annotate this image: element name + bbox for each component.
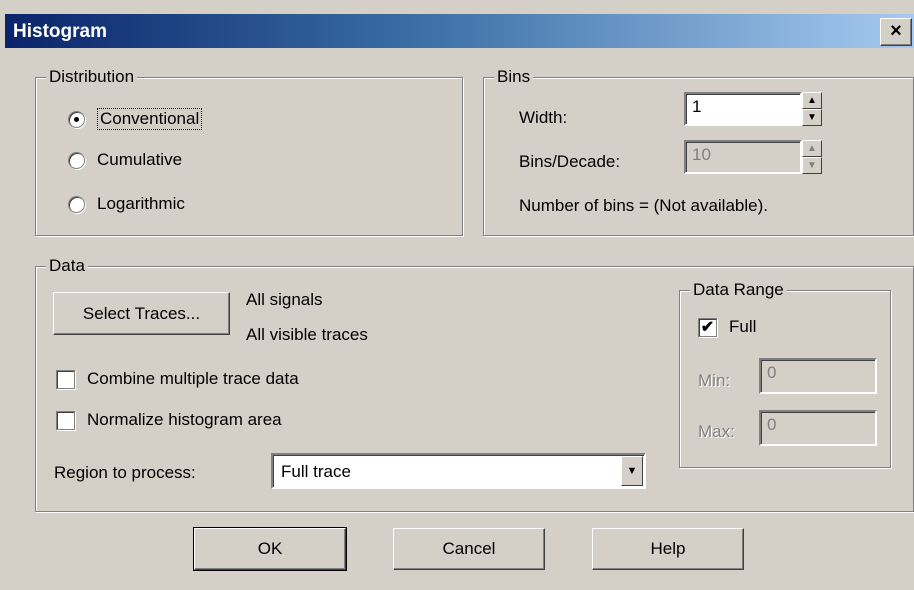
checkbox-box[interactable] xyxy=(56,410,75,430)
cancel-label: Cancel xyxy=(442,539,496,558)
min-input: 0 xyxy=(759,358,877,394)
number-of-bins-text: Number of bins = (Not available). xyxy=(519,196,768,215)
radio-button[interactable] xyxy=(68,151,85,169)
bins-decade-input: 10 xyxy=(684,140,802,174)
conventional-label: Conventional xyxy=(97,108,203,130)
spin-up-icon[interactable]: ▲ xyxy=(802,92,822,109)
bins-legend: Bins xyxy=(494,67,534,87)
radio-button[interactable] xyxy=(68,195,85,213)
ok-button[interactable]: OK xyxy=(193,527,347,571)
distribution-legend: Distribution xyxy=(46,67,138,87)
spin-down-icon: ▼ xyxy=(802,157,822,174)
distribution-group: Distribution Conventional Cumulative Log… xyxy=(35,67,463,236)
spin-up-icon: ▲ xyxy=(802,140,822,157)
data-legend: Data xyxy=(46,256,88,276)
window-title: Histogram xyxy=(13,21,107,42)
data-range-group: Data Range ✔ Full Min: 0 Max: 0 xyxy=(679,280,891,468)
close-icon: × xyxy=(890,20,902,42)
data-range-legend: Data Range xyxy=(690,280,787,300)
logarithmic-label: Logarithmic xyxy=(97,194,185,213)
full-label: Full xyxy=(729,317,757,336)
max-input: 0 xyxy=(759,410,877,446)
max-label: Max: xyxy=(698,422,735,441)
combine-label: Combine multiple trace data xyxy=(87,369,299,388)
bins-decade-spinner: ▲ ▼ xyxy=(802,140,822,174)
radio-button-selected[interactable] xyxy=(68,110,85,128)
radio-conventional[interactable]: Conventional xyxy=(68,108,203,130)
width-label: Width: xyxy=(519,108,568,127)
radio-logarithmic[interactable]: Logarithmic xyxy=(68,194,185,214)
help-button[interactable]: Help xyxy=(592,528,744,570)
cancel-button[interactable]: Cancel xyxy=(393,528,545,570)
data-group: Data Select Traces... All signals All vi… xyxy=(35,256,914,512)
signals-text: All signals xyxy=(246,290,323,309)
width-input[interactable]: 1 xyxy=(684,92,802,126)
title-bar[interactable]: Histogram × xyxy=(5,14,914,48)
cumulative-label: Cumulative xyxy=(97,150,183,169)
region-select[interactable]: Full trace ▼ xyxy=(271,453,646,489)
traces-text: All visible traces xyxy=(246,325,368,344)
region-label: Region to process: xyxy=(54,463,196,482)
normalize-checkbox[interactable]: Normalize histogram area xyxy=(56,410,282,430)
region-value: Full trace xyxy=(281,462,351,481)
bins-decade-label: Bins/Decade: xyxy=(519,152,621,171)
select-traces-button[interactable]: Select Traces... xyxy=(53,292,230,335)
ok-label: OK xyxy=(257,539,283,558)
check-mark-icon[interactable]: ✔ xyxy=(698,317,717,337)
full-checkbox[interactable]: ✔ Full xyxy=(698,317,756,337)
close-button[interactable]: × xyxy=(880,18,912,46)
bins-group: Bins Width: 1 ▲ ▼ Bins/Decade: 10 ▲ ▼ Nu… xyxy=(483,67,914,236)
histogram-dialog: Histogram × Distribution Conventional Cu… xyxy=(0,0,914,590)
spin-down-icon[interactable]: ▼ xyxy=(802,109,822,126)
select-traces-label: Select Traces... xyxy=(82,303,201,323)
checkbox-box[interactable] xyxy=(56,369,75,389)
dropdown-arrow-icon[interactable]: ▼ xyxy=(621,456,643,486)
normalize-label: Normalize histogram area xyxy=(87,410,282,429)
help-label: Help xyxy=(650,539,686,558)
combine-checkbox[interactable]: Combine multiple trace data xyxy=(56,369,299,389)
min-label: Min: xyxy=(698,371,731,390)
width-spinner[interactable]: ▲ ▼ xyxy=(802,92,822,126)
radio-cumulative[interactable]: Cumulative xyxy=(68,150,182,170)
